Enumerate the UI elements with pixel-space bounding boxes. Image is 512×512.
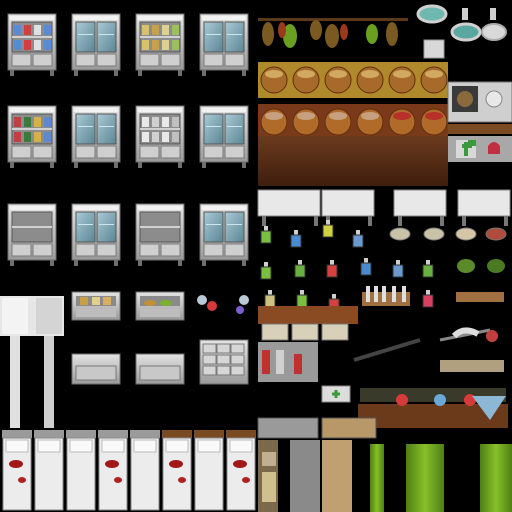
potion-bottle-13 <box>422 290 434 308</box>
stove <box>447 81 512 134</box>
cabinet-glass-6 <box>199 203 249 266</box>
cabinet-empty-2 <box>135 203 185 266</box>
cabinet-glass <box>71 13 121 76</box>
bed-plain <box>130 430 160 511</box>
bed-group <box>2 430 256 511</box>
white-partition <box>0 296 64 428</box>
dressers <box>71 339 249 385</box>
potion-bottle-4 <box>260 262 272 280</box>
small-shelves <box>71 291 249 321</box>
potion-bottle-0 <box>260 226 272 244</box>
bed-bloody <box>2 430 32 511</box>
bed-plain <box>34 430 64 511</box>
cabinet-books <box>7 105 57 168</box>
hanging-herbs <box>258 18 408 48</box>
cabinet-glass-4 <box>199 105 249 168</box>
pot-group <box>258 62 448 136</box>
mortar-bowls <box>389 227 507 273</box>
bed-plain <box>66 430 96 511</box>
bed-wood-bloody <box>226 430 256 511</box>
small-shelf-fruit <box>135 291 185 321</box>
potion-bottle-10 <box>264 290 276 308</box>
cabinet-dishes <box>135 105 185 168</box>
potion-bottle-3 <box>352 230 364 248</box>
medical-tools <box>353 327 504 372</box>
bottom-counters <box>257 417 377 512</box>
potion-bottle-5 <box>294 260 306 278</box>
cabinet-glass-5 <box>71 203 121 266</box>
small-shelf-items <box>71 291 121 321</box>
potion-bottle-7 <box>360 258 372 276</box>
medical-desk <box>258 306 358 403</box>
tileset-sheet <box>0 0 512 512</box>
cabinet-jars <box>135 13 185 76</box>
cabinet-bottles <box>7 13 57 76</box>
cabinet-glass-2 <box>199 13 249 76</box>
sinks <box>416 4 507 59</box>
bed-wood <box>194 430 224 511</box>
vials-cluster <box>197 295 249 314</box>
potion-bottle-11 <box>296 290 308 308</box>
lab-table <box>358 388 508 428</box>
bed-bloody <box>98 430 128 511</box>
cabinet-group <box>7 13 249 266</box>
bed-wood-bloody <box>162 430 192 511</box>
potion-bottle-6 <box>326 260 338 278</box>
medical-counter <box>258 136 512 186</box>
potion-bottle-2 <box>322 220 334 238</box>
cabinet-glass-3 <box>71 105 121 168</box>
tileset-canvas <box>0 4 512 512</box>
potion-bottle-1 <box>290 230 302 248</box>
potion-bottle-9 <box>422 260 434 278</box>
potion-bottle-8 <box>392 260 404 278</box>
exam-beds <box>257 189 511 226</box>
green-curtains <box>370 444 512 512</box>
cabinet-empty <box>7 203 57 266</box>
